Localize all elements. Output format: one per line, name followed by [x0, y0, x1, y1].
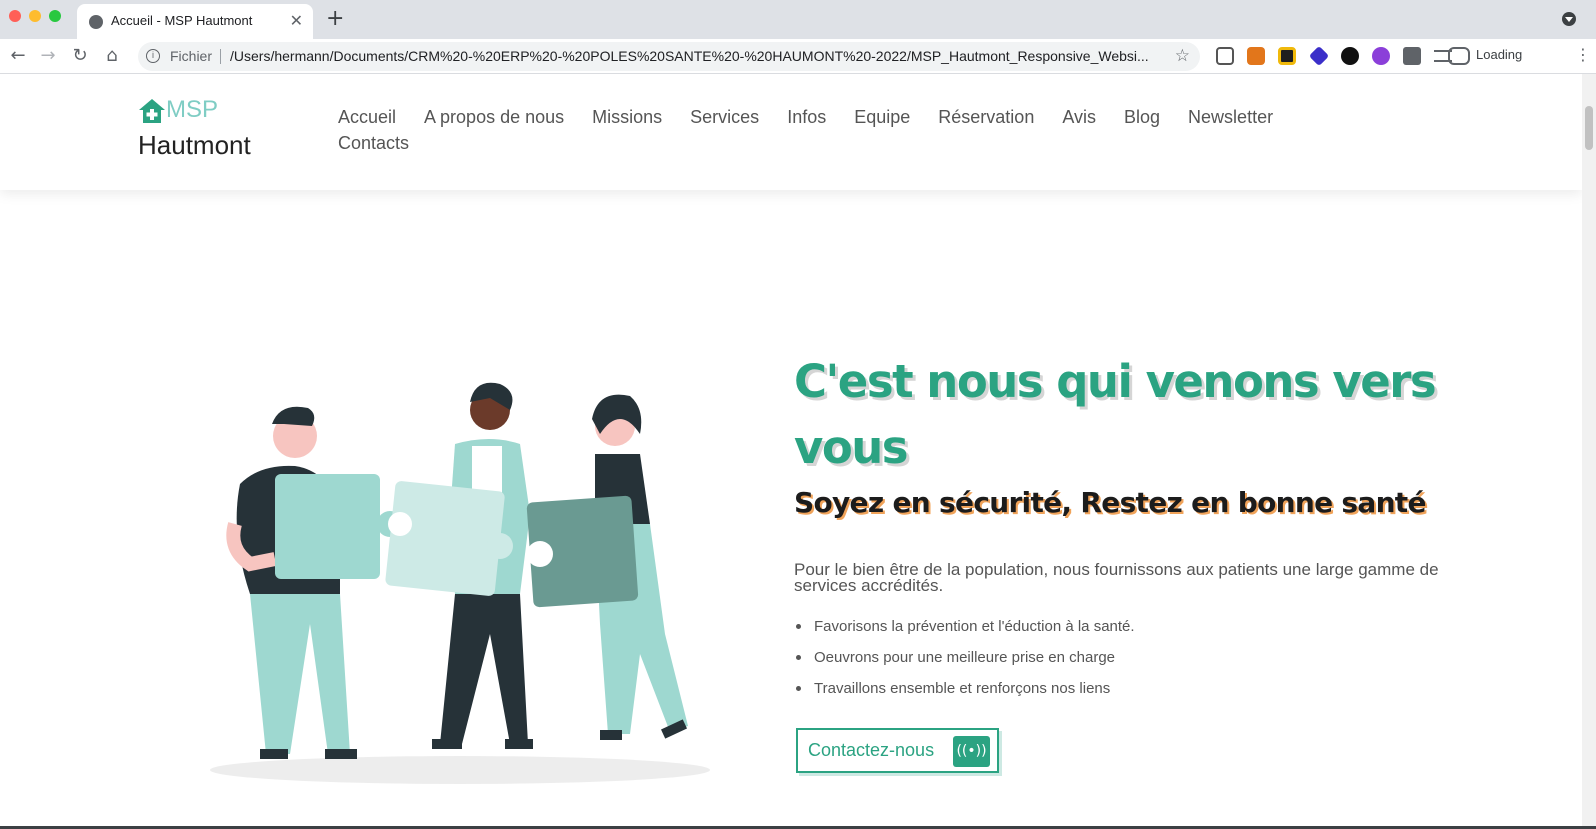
nav-infos[interactable]: Infos: [787, 104, 826, 130]
hero-description: Pour le bien être de la population, nous…: [794, 560, 1439, 595]
hero-bullet-list: Favorisons la prévention et l'éduction à…: [796, 618, 1135, 711]
list-item: Travaillons ensemble et renforçons nos l…: [796, 680, 1135, 711]
nav-a-propos[interactable]: A propos de nous: [424, 104, 564, 130]
binance-extension-icon[interactable]: [1278, 47, 1296, 65]
back-icon[interactable]: ←: [6, 44, 30, 68]
nav-contacts[interactable]: Contacts: [338, 130, 409, 156]
tab-search-icon[interactable]: [1562, 12, 1576, 26]
nav-reservation[interactable]: Réservation: [938, 104, 1034, 130]
scrollbar-thumb[interactable]: [1585, 106, 1593, 150]
info-icon[interactable]: i: [146, 49, 160, 63]
browser-menu-icon[interactable]: ⋮: [1575, 45, 1591, 64]
hero-title: C'est nous qui venons vers vous: [794, 355, 1437, 474]
home-icon[interactable]: ⌂: [100, 44, 124, 68]
maximize-window-button[interactable]: [49, 10, 61, 22]
s-extension-icon[interactable]: [1341, 47, 1359, 65]
logo-short[interactable]: MSP: [166, 96, 218, 124]
nav-blog[interactable]: Blog: [1124, 104, 1160, 130]
list-item: Oeuvrons pour une meilleure prise en cha…: [796, 649, 1135, 680]
forward-icon[interactable]: →: [36, 44, 60, 68]
teamwork-puzzle-illustration: [210, 382, 710, 784]
browser-tab-strip: Accueil - MSP Hautmont ✕ +: [0, 0, 1596, 39]
page-scrollbar[interactable]: [1582, 74, 1596, 829]
new-tab-button[interactable]: +: [326, 6, 344, 31]
extensions-puzzle-icon[interactable]: [1403, 47, 1421, 65]
url-text[interactable]: /Users/hermann/Documents/CRM%20-%20ERP%2…: [230, 48, 1148, 64]
nav-services[interactable]: Services: [690, 104, 759, 130]
nav-accueil[interactable]: Accueil: [338, 104, 396, 130]
reload-icon[interactable]: ↻: [68, 44, 92, 68]
logo-name[interactable]: Hautmont: [138, 130, 251, 161]
contact-us-button[interactable]: Contactez-nous ((•)): [796, 728, 999, 773]
omnibox-scheme-label: Fichier: [170, 48, 213, 64]
nav-equipe[interactable]: Equipe: [854, 104, 910, 130]
loading-status: Loading: [1476, 47, 1523, 62]
hexagon-extension-icon[interactable]: [1372, 47, 1390, 65]
profile-avatar-icon[interactable]: [1448, 47, 1470, 65]
house-plus-icon[interactable]: [138, 98, 166, 124]
nav-avis[interactable]: Avis: [1062, 104, 1096, 130]
tab-title: Accueil - MSP Hautmont: [111, 13, 253, 28]
phone-signal-icon: ((•)): [953, 736, 990, 767]
contact-us-label: Contactez-nous: [808, 740, 935, 760]
nav-missions[interactable]: Missions: [592, 104, 662, 130]
nav-newsletter[interactable]: Newsletter: [1188, 104, 1273, 130]
web-page: MSP Hautmont Accueil A propos de nous Miss…: [0, 74, 1582, 829]
metamask-extension-icon[interactable]: [1247, 47, 1265, 65]
globe-icon: [89, 15, 103, 29]
hero-subtitle: Soyez en sécurité, Restez en bonne santé: [794, 486, 1426, 519]
minimize-window-button[interactable]: [29, 10, 41, 22]
address-bar[interactable]: i Fichier /Users/hermann/Documents/CRM%2…: [138, 42, 1200, 71]
close-tab-icon[interactable]: ✕: [290, 11, 303, 30]
close-window-button[interactable]: [9, 10, 21, 22]
cube-extension-icon[interactable]: [1216, 47, 1234, 65]
site-header: MSP Hautmont Accueil A propos de nous Miss…: [0, 74, 1582, 190]
list-item: Favorisons la prévention et l'éduction à…: [796, 618, 1135, 649]
browser-tab[interactable]: Accueil - MSP Hautmont ✕: [77, 4, 313, 39]
main-navigation: Accueil A propos de nous Missions Services I…: [338, 104, 1378, 156]
omnibox-separator: [220, 49, 221, 64]
bookmark-star-icon[interactable]: ☆: [1175, 46, 1190, 66]
